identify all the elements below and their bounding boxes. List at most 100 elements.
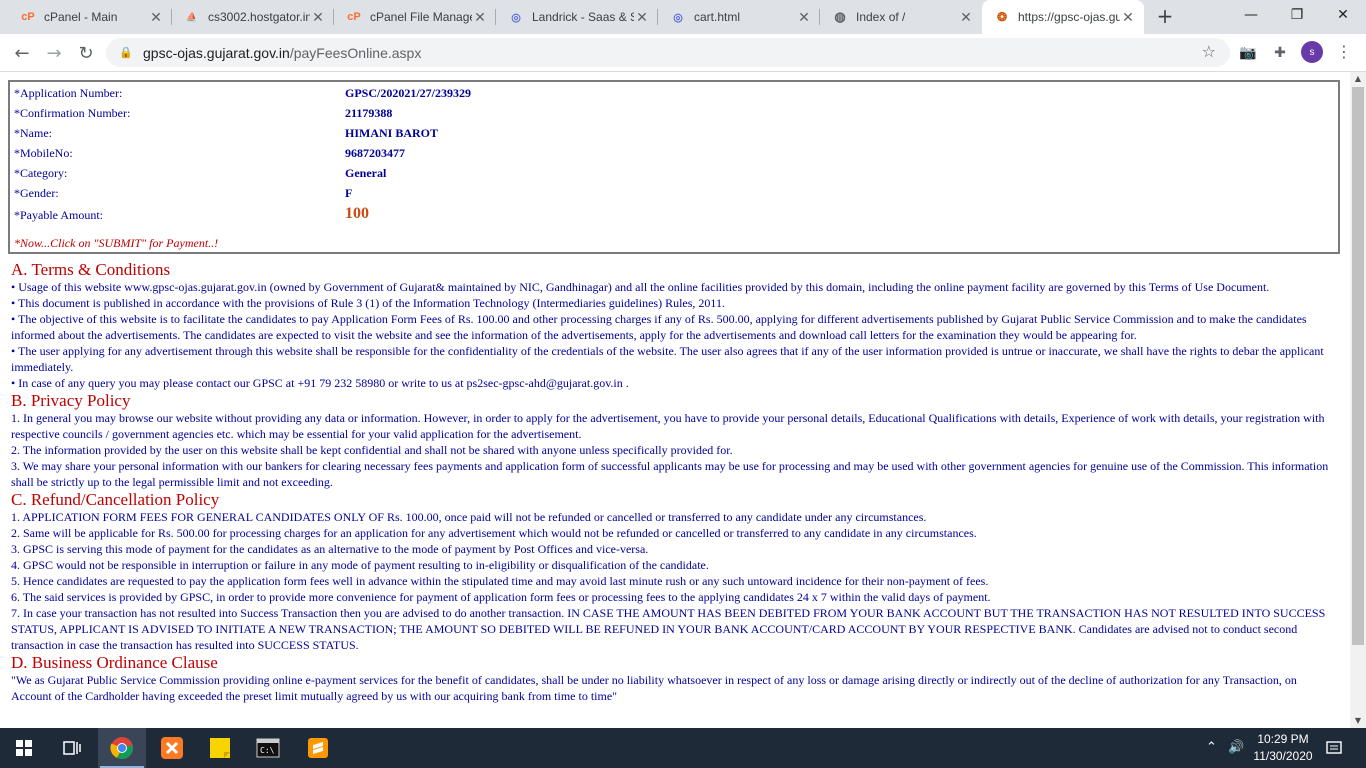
mobile-value: 9687203477 xyxy=(345,146,405,160)
lock-icon[interactable]: 🔒 xyxy=(119,46,133,59)
scroll-up-icon[interactable]: ▲ xyxy=(1350,72,1366,86)
page-scrollbar[interactable]: ▲ ▼ xyxy=(1350,72,1366,728)
application-number-value: GPSC/202021/27/239329 xyxy=(345,86,472,100)
close-tab-icon[interactable]: ✕ xyxy=(796,9,812,26)
section-paragraph: 3. GPSC is serving this mode of payment … xyxy=(11,542,649,556)
submit-instruction-note: *Now...Click on "SUBMIT" for Payment..! xyxy=(14,236,219,250)
section-paragraph: 5. Hence candidates are requested to pay… xyxy=(11,574,989,588)
close-tab-icon[interactable]: ✕ xyxy=(1120,9,1136,26)
tab-title: cPanel - Main xyxy=(44,10,118,24)
browser-tab[interactable]: cP cPanel File Manager ✕ xyxy=(334,0,496,34)
section-paragraph: • This document is published in accordan… xyxy=(11,296,725,310)
browser-tab[interactable]: ⛵ cs3002.hostgator.in ✕ xyxy=(172,0,334,34)
section-paragraph: 6. The said services is provided by GPSC… xyxy=(11,590,991,604)
browser-tab[interactable]: ◍ Index of / ✕ xyxy=(820,0,982,34)
forward-icon[interactable]: → xyxy=(40,39,68,67)
browser-toolbar: ← → ↻ 🔒 gpsc-ojas.gujarat.gov.in/payFees… xyxy=(0,34,1366,72)
tab-title: https://gpsc-ojas.gujarat.gov.in xyxy=(1018,10,1120,24)
clock-date: 11/30/2020 xyxy=(1253,749,1313,763)
browser-tab-active[interactable]: ❂ https://gpsc-ojas.gujarat.gov.in ✕ xyxy=(982,0,1144,34)
task-view-icon[interactable] xyxy=(48,728,96,768)
confirmation-number-label: *Confirmation Number: xyxy=(14,106,131,120)
svg-text:C:\: C:\ xyxy=(260,746,275,755)
tab-title: Index of / xyxy=(856,10,906,24)
show-hidden-icons-icon[interactable]: ⌃ xyxy=(1206,740,1217,755)
category-label: *Category: xyxy=(14,166,68,180)
confirmation-number-value: 21179388 xyxy=(345,106,393,120)
payable-amount-label: *Payable Amount: xyxy=(14,208,103,222)
tab-title: cPanel File Manager xyxy=(370,10,472,24)
tab-title: Landrick - Saas & Software xyxy=(532,10,634,24)
sublime-text-icon[interactable] xyxy=(294,728,342,768)
terminal-icon[interactable]: C:\ xyxy=(244,728,292,768)
section-paragraph: 2. The information provided by the user … xyxy=(11,443,733,457)
close-tab-icon[interactable]: ✕ xyxy=(958,9,974,26)
close-tab-icon[interactable]: ✕ xyxy=(634,9,650,26)
landrick-icon: ◎ xyxy=(673,11,683,24)
terms-section: A. Terms & Conditions • Usage of this we… xyxy=(11,260,1337,704)
url-text[interactable]: gpsc-ojas.gujarat.gov.in/payFeesOnline.a… xyxy=(143,45,421,61)
extensions-puzzle-icon[interactable]: ✚ xyxy=(1270,43,1290,63)
section-paragraph: • Usage of this website www.gpsc-ojas.gu… xyxy=(11,280,1270,294)
close-tab-icon[interactable]: ✕ xyxy=(472,9,488,26)
section-paragraph: • In case of any query you may please co… xyxy=(11,376,629,390)
url-host: gpsc-ojas.gujarat.gov.in xyxy=(143,44,290,61)
system-clock[interactable]: 10:29 PM 11/30/2020 xyxy=(1248,731,1318,765)
section-heading: D. Business Ordinance Clause xyxy=(11,653,218,672)
reload-icon[interactable]: ↻ xyxy=(72,39,100,67)
address-bar[interactable]: 🔒 gpsc-ojas.gujarat.gov.in/payFeesOnline… xyxy=(106,38,1230,67)
minimize-icon[interactable]: — xyxy=(1228,0,1274,30)
close-tab-icon[interactable]: ✕ xyxy=(310,9,326,26)
new-tab-icon[interactable]: + xyxy=(1154,5,1176,27)
camera-icon[interactable]: 📷 xyxy=(1238,43,1258,63)
close-window-icon[interactable]: ✕ xyxy=(1320,0,1366,30)
gpsc-icon: ❂ xyxy=(996,10,1008,24)
browser-menu-icon[interactable]: ⋮ xyxy=(1336,42,1352,62)
section-paragraph: "We as Gujarat Public Service Commission… xyxy=(11,673,1297,703)
windows-start-icon[interactable] xyxy=(0,728,48,768)
category-value: General xyxy=(345,166,387,180)
section-paragraph: 7. In case your transaction has not resu… xyxy=(11,606,1326,652)
section-paragraph: 4. GPSC would not be responsible in inte… xyxy=(11,558,709,572)
globe-icon: ◍ xyxy=(834,9,846,24)
cpanel-icon: cP xyxy=(347,11,361,23)
scroll-down-icon[interactable]: ▼ xyxy=(1350,714,1366,728)
url-path: /payFeesOnline.aspx xyxy=(289,44,422,61)
section-paragraph: 3. We may share your personal informatio… xyxy=(11,459,1329,489)
application-number-label: *Application Number: xyxy=(14,86,123,100)
restore-icon[interactable]: ❐ xyxy=(1274,0,1320,30)
tab-title: cs3002.hostgator.in xyxy=(208,10,310,24)
section-heading: A. Terms & Conditions xyxy=(11,260,171,279)
section-paragraph: • The user applying for any advertisemen… xyxy=(11,344,1324,374)
name-label: *Name: xyxy=(14,126,52,140)
browser-tab[interactable]: cP cPanel - Main ✕ xyxy=(8,0,172,34)
payable-amount-value: 100 xyxy=(345,205,369,222)
section-heading: C. Refund/Cancellation Policy xyxy=(11,490,220,509)
windows-taskbar: C:\ ⌃ 🔊 10:29 PM 11/30/2020 xyxy=(0,728,1366,768)
cpanel-icon: cP xyxy=(21,11,35,23)
xampp-icon[interactable] xyxy=(148,728,196,768)
application-details-box: *Application Number: GPSC/202021/27/2393… xyxy=(8,80,1340,254)
mobile-label: *MobileNo: xyxy=(14,146,73,160)
section-paragraph: 1. In general you may browse our website… xyxy=(11,411,1325,441)
notifications-icon[interactable] xyxy=(1326,740,1342,760)
browser-tab[interactable]: ◎ Landrick - Saas & Software ✕ xyxy=(496,0,658,34)
section-paragraph: • The objective of this website is to fa… xyxy=(11,312,1307,342)
phpmyadmin-icon: ⛵ xyxy=(186,11,198,22)
profile-avatar[interactable]: s xyxy=(1301,41,1323,63)
bookmark-star-icon[interactable]: ☆ xyxy=(1202,42,1216,61)
close-tab-icon[interactable]: ✕ xyxy=(148,9,164,26)
chrome-icon[interactable] xyxy=(98,728,146,768)
volume-icon[interactable]: 🔊 xyxy=(1228,740,1244,755)
scrollbar-thumb[interactable] xyxy=(1352,87,1364,645)
section-heading: B. Privacy Policy xyxy=(11,391,131,410)
section-paragraph: 2. Same will be applicable for Rs. 500.0… xyxy=(11,526,977,540)
section-paragraph: 1. APPLICATION FORM FEES FOR GENERAL CAN… xyxy=(11,510,927,524)
browser-tab[interactable]: ◎ cart.html ✕ xyxy=(658,0,820,34)
sticky-notes-icon[interactable] xyxy=(196,728,244,768)
landrick-icon: ◎ xyxy=(511,11,521,24)
back-icon[interactable]: ← xyxy=(8,39,36,67)
page-content: *Application Number: GPSC/202021/27/2393… xyxy=(0,72,1350,728)
clock-time: 10:29 PM xyxy=(1257,732,1309,746)
gender-label: *Gender: xyxy=(14,186,59,200)
